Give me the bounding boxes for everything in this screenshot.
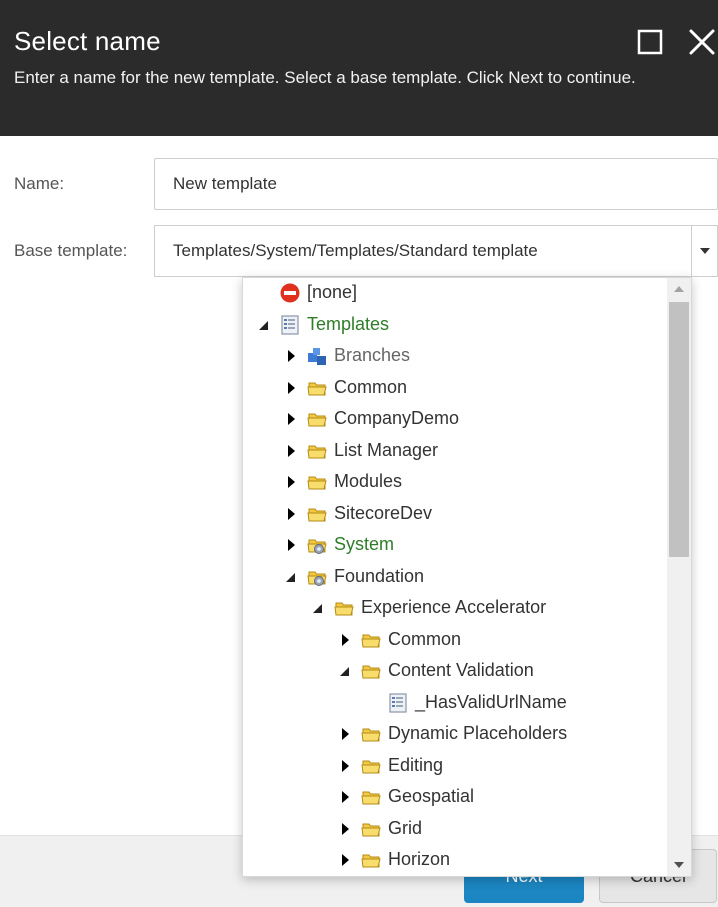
dialog-title: Select name [14, 26, 161, 56]
folder-icon [360, 786, 382, 808]
tree-item-label: Common [388, 628, 462, 649]
folder-icon [333, 597, 355, 619]
tree-item[interactable]: [none] [243, 278, 667, 309]
tree-item-label: Horizon [388, 849, 451, 869]
folder-icon [360, 755, 382, 777]
tree-item[interactable]: Common [243, 625, 667, 656]
tree-item-label: Common [334, 376, 408, 397]
dialog-header: Select name Enter a name for the new tem… [0, 0, 718, 136]
folder-icon [306, 377, 328, 399]
expand-arrow-icon[interactable] [284, 412, 298, 426]
expand-arrow-icon[interactable] [338, 633, 352, 647]
expand-arrow-icon[interactable] [284, 349, 298, 363]
tree-item[interactable]: Grid [243, 814, 667, 845]
base-template-select[interactable]: Templates/System/Templates/Standard temp… [154, 225, 692, 277]
expand-arrow-icon[interactable] [284, 381, 298, 395]
expand-arrow-icon[interactable] [284, 507, 298, 521]
tree-item-label: Experience Accelerator [361, 597, 547, 617]
tree-item[interactable]: Modules [243, 467, 667, 498]
collapse-arrow-icon[interactable] [284, 570, 298, 584]
tree-item-label: List Manager [334, 439, 439, 460]
tree-item[interactable]: Geospatial [243, 782, 667, 813]
expand-arrow-icon[interactable] [338, 759, 352, 773]
name-label: Name: [14, 174, 65, 193]
scroll-up-icon[interactable] [667, 278, 691, 300]
tree-item[interactable]: System [243, 530, 667, 561]
tree-item[interactable]: Branches [243, 341, 667, 372]
maximize-icon[interactable] [634, 26, 666, 58]
folder-icon [360, 660, 382, 682]
folder-icon [360, 818, 382, 840]
template-icon [279, 314, 301, 336]
tree-item[interactable]: Common [243, 373, 667, 404]
tree-item-label: Content Validation [388, 660, 534, 680]
folder-icon [306, 471, 328, 493]
chevron-down-icon[interactable] [691, 225, 718, 277]
base-template-dropdown: [none] Templates Branches Common CompanyDemo… [242, 277, 692, 877]
branch-icon [306, 345, 328, 367]
tree-item-label: Dynamic Placeholders [388, 723, 568, 743]
tree-item-label: Editing [388, 754, 444, 775]
folder-icon [306, 440, 328, 462]
expand-arrow-icon[interactable] [284, 475, 298, 489]
folder-icon [306, 503, 328, 525]
tree-item-label: [none] [307, 282, 358, 302]
expand-arrow-icon[interactable] [284, 444, 298, 458]
folder-icon [360, 629, 382, 651]
tree-item-label: Templates [307, 313, 390, 334]
tree-item[interactable]: Horizon [243, 845, 667, 876]
base-template-label: Base template: [14, 241, 128, 260]
tree-scrollbar[interactable] [667, 278, 691, 876]
collapse-arrow-icon[interactable] [338, 664, 352, 678]
template-icon [387, 692, 409, 714]
folder-icon [306, 408, 328, 430]
close-icon[interactable] [686, 26, 718, 58]
folder-icon [360, 849, 382, 871]
folder-icon [360, 723, 382, 745]
tree-item[interactable]: _HasValidUrlName [243, 688, 667, 719]
tree-item[interactable]: Foundation [243, 562, 667, 593]
tree-item-label: Grid [388, 817, 423, 838]
scrollbar-thumb[interactable] [669, 302, 689, 557]
tree-item[interactable]: Editing [243, 751, 667, 782]
tree-item[interactable]: Dynamic Placeholders [243, 719, 667, 750]
dialog-subtitle: Enter a name for the new template. Selec… [14, 68, 636, 87]
collapse-arrow-icon[interactable] [257, 318, 271, 332]
none-icon [279, 282, 301, 304]
tree-item-label: Foundation [334, 565, 425, 586]
tree-item[interactable]: CompanyDemo [243, 404, 667, 435]
tree-item[interactable]: Experience Accelerator [243, 593, 667, 624]
tree-item[interactable]: Content Validation [243, 656, 667, 687]
scroll-down-icon[interactable] [667, 854, 691, 876]
tree-item-label: Branches [334, 345, 411, 365]
system-folder-icon [306, 566, 328, 588]
expand-arrow-icon[interactable] [338, 822, 352, 836]
expand-arrow-icon[interactable] [338, 790, 352, 804]
name-input[interactable] [154, 158, 718, 210]
expand-arrow-icon[interactable] [338, 727, 352, 741]
tree-item-label: System [334, 534, 395, 554]
collapse-arrow-icon[interactable] [311, 601, 325, 615]
expand-arrow-icon[interactable] [284, 538, 298, 552]
tree-item-label: _HasValidUrlName [415, 691, 567, 712]
tree-item-label: Modules [334, 471, 403, 491]
tree-item-label: CompanyDemo [334, 408, 460, 428]
tree-item[interactable]: Templates [243, 310, 667, 341]
tree-item[interactable]: List Manager [243, 436, 667, 467]
tree-item-label: Geospatial [388, 786, 475, 806]
tree-item-label: SitecoreDev [334, 502, 433, 523]
expand-arrow-icon[interactable] [338, 853, 352, 867]
tree-item[interactable]: SitecoreDev [243, 499, 667, 530]
system-folder-icon [306, 534, 328, 556]
